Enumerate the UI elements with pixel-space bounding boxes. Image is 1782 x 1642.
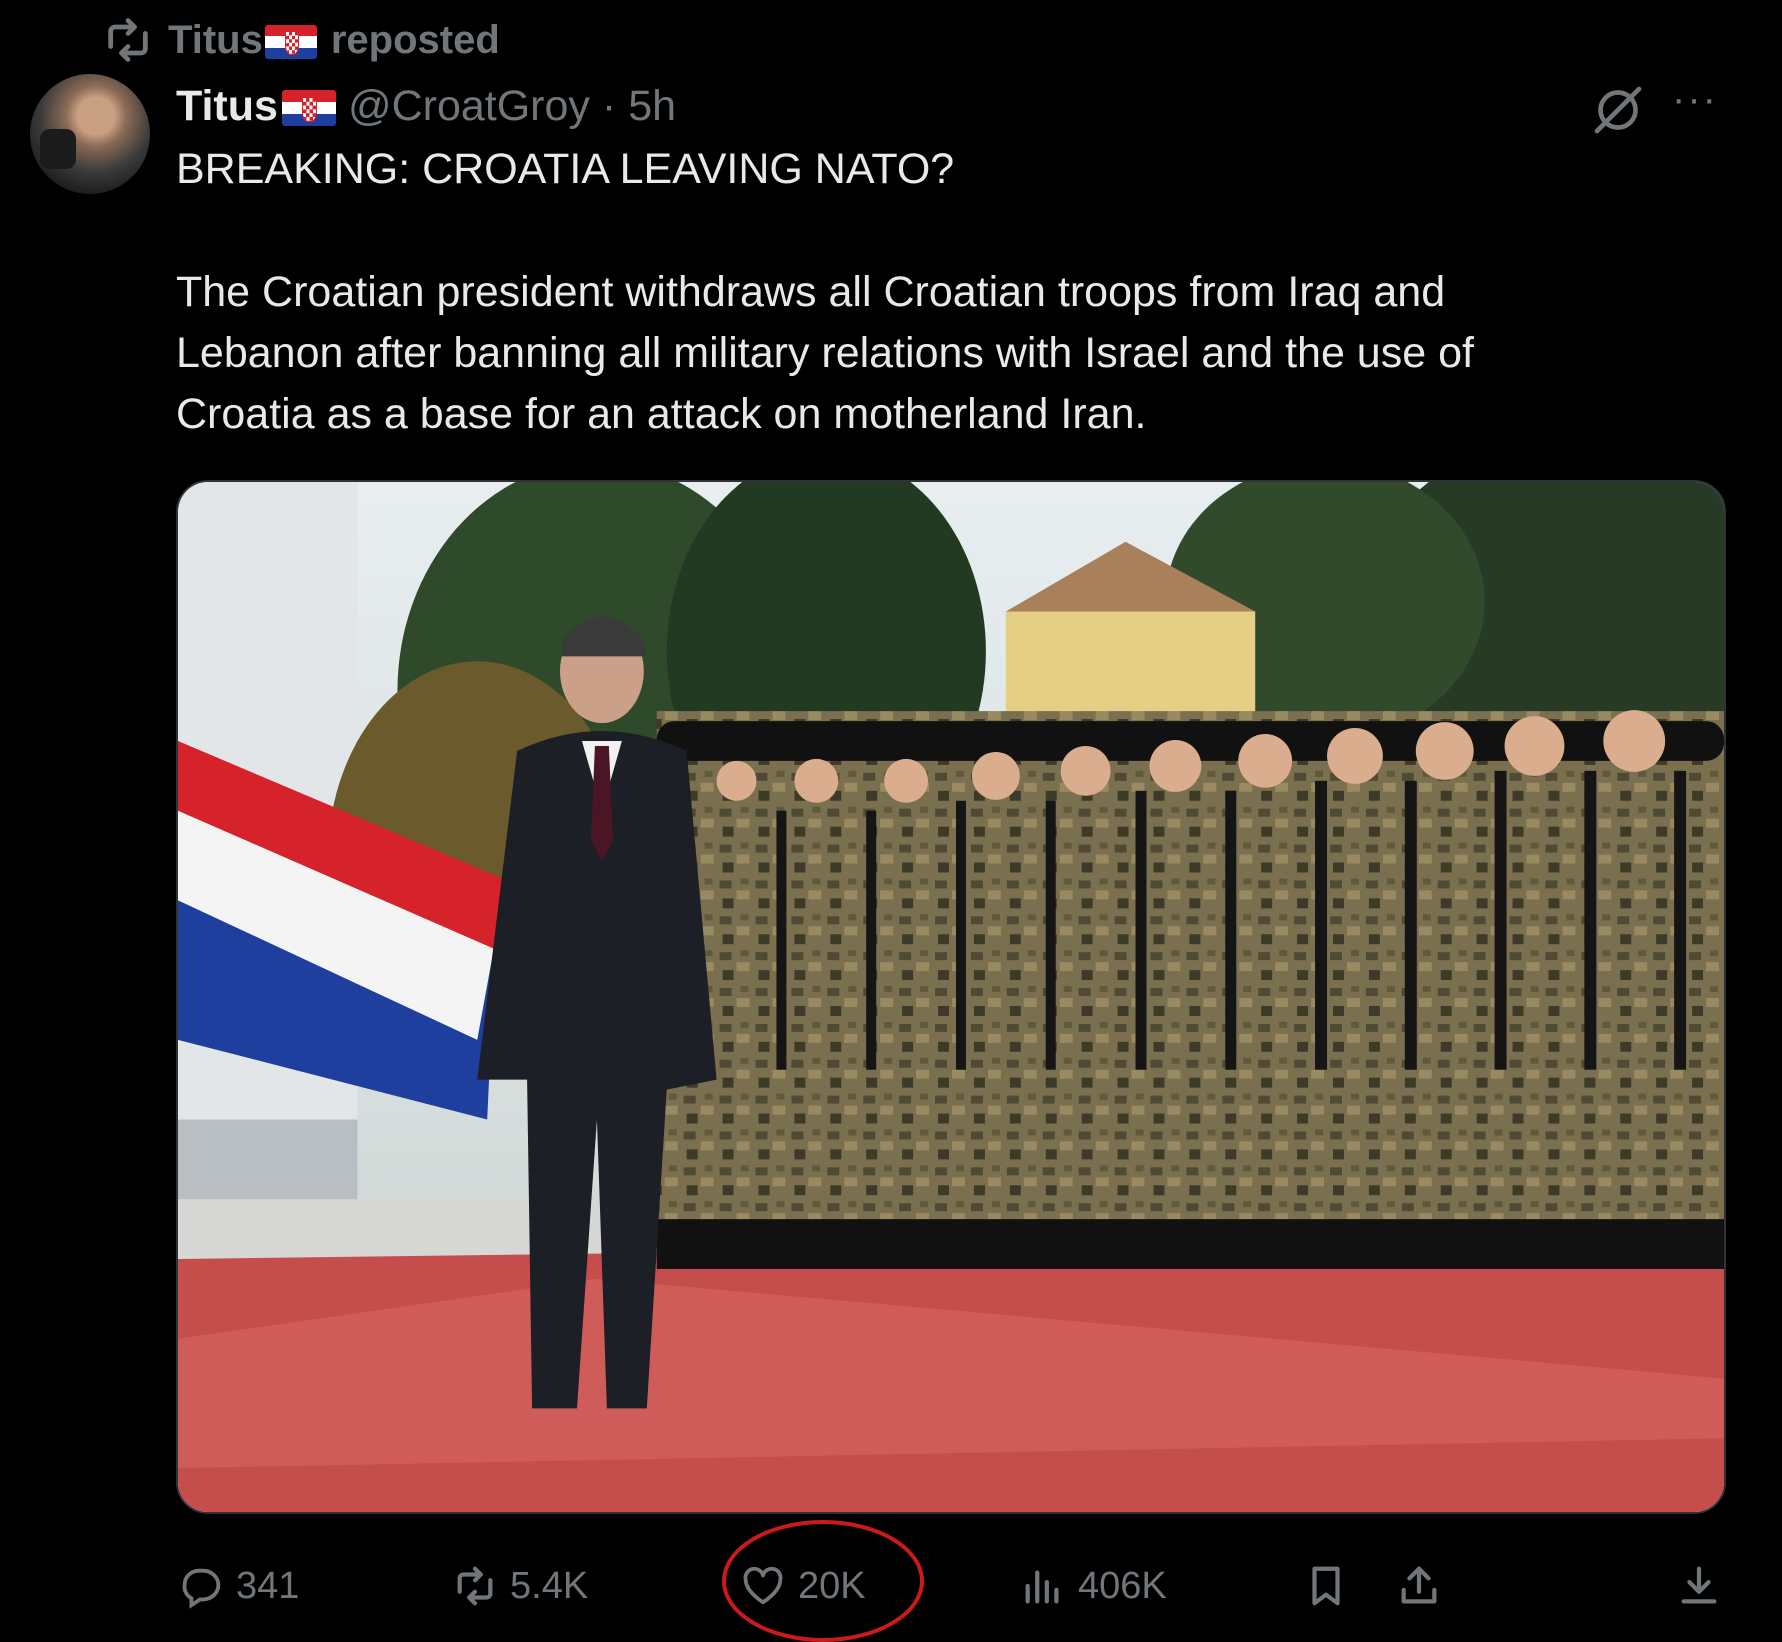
tweet-headline: BREAKING: CROATIA LEAVING NATO? xyxy=(176,145,955,193)
share-icon xyxy=(1401,1566,1437,1604)
display-name[interactable]: Titus xyxy=(176,82,336,131)
repost-icon xyxy=(108,18,148,62)
bookmark-icon xyxy=(1312,1566,1340,1606)
repost-label: reposted xyxy=(330,17,500,62)
bookmark-button[interactable] xyxy=(1303,1560,1349,1612)
reply-button[interactable]: 341 xyxy=(178,1560,299,1612)
tweet-header: Titus @CroatGroy · 5h xyxy=(176,76,676,136)
avatar[interactable] xyxy=(30,74,150,194)
download-button[interactable] xyxy=(1676,1560,1722,1612)
download-icon xyxy=(1681,1566,1717,1604)
reply-count: 341 xyxy=(236,1564,300,1607)
views-icon xyxy=(1025,1570,1059,1604)
croatian-flag-icon xyxy=(264,24,317,59)
more-icon[interactable]: ··· xyxy=(1672,79,1732,124)
honor-guard-photo xyxy=(178,482,1724,1512)
croatian-flag-icon xyxy=(281,90,336,127)
repost-icon xyxy=(457,1566,493,1606)
tweet-image[interactable] xyxy=(176,480,1726,1514)
separator: · xyxy=(601,81,617,130)
repost-user[interactable]: Titus xyxy=(168,18,263,62)
tweet-body: The Croatian president withdraws all Cro… xyxy=(176,268,1474,438)
repost-count: 5.4K xyxy=(510,1564,589,1607)
reply-icon xyxy=(182,1568,221,1609)
share-button[interactable] xyxy=(1396,1560,1442,1612)
views-button[interactable]: 406K xyxy=(1020,1560,1167,1612)
timestamp[interactable]: 5h xyxy=(628,82,676,131)
repost-button[interactable]: 5.4K xyxy=(452,1560,588,1612)
views-count: 406K xyxy=(1078,1564,1167,1607)
annotation-circle xyxy=(722,1520,924,1642)
handle[interactable]: @CroatGroy xyxy=(348,82,590,131)
repost-indicator[interactable]: Titus reposted xyxy=(102,14,500,66)
grok-icon[interactable] xyxy=(1590,82,1646,138)
